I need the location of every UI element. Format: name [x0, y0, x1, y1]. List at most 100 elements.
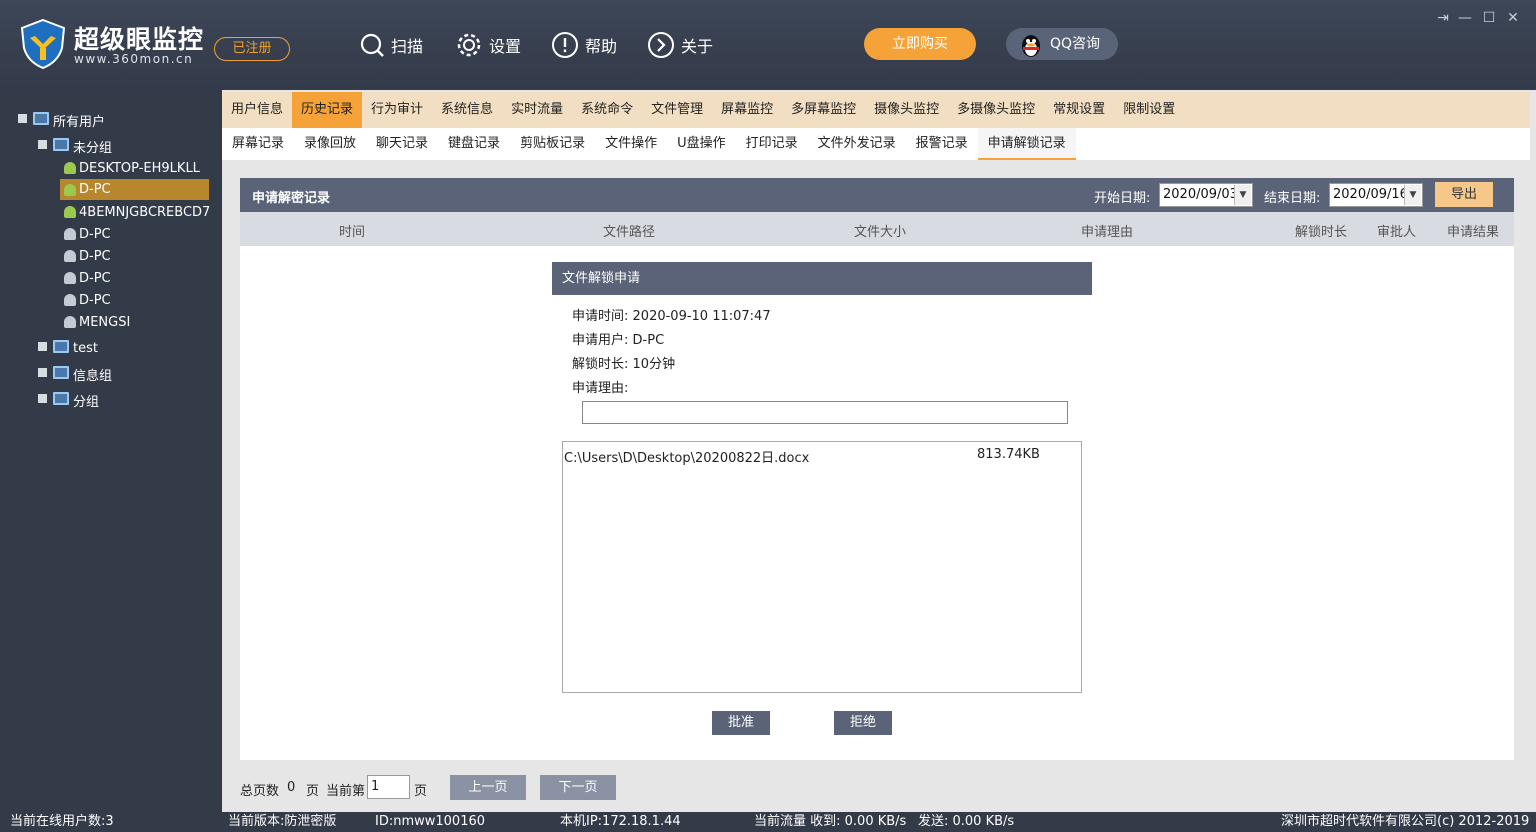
tab-restriction-settings[interactable]: 限制设置 — [1114, 92, 1184, 128]
qq-penguin-icon — [1022, 35, 1040, 57]
about-button[interactable]: 关于 — [647, 30, 713, 60]
subtab-usb-operation[interactable]: U盘操作 — [667, 128, 736, 160]
reason-input[interactable] — [582, 401, 1068, 424]
subtab-chat-record[interactable]: 聊天记录 — [366, 128, 438, 160]
subtab-screen-record[interactable]: 屏幕记录 — [222, 128, 294, 160]
registered-badge[interactable]: 已注册 — [214, 37, 290, 61]
subtab-file-outgoing[interactable]: 文件外发记录 — [808, 128, 906, 160]
panel-title-bar — [240, 178, 1514, 212]
column-header-result[interactable]: 申请结果 — [1447, 221, 1499, 240]
collapse-icon[interactable] — [38, 367, 47, 377]
subtab-keyboard-record[interactable]: 键盘记录 — [438, 128, 510, 160]
request-user-row: 申请用户: D-PC — [572, 329, 664, 348]
unlock-duration-label: 解锁时长: — [572, 357, 629, 372]
tab-screen-monitor[interactable]: 屏幕监控 — [712, 92, 782, 128]
end-date-label: 结束日期: — [1264, 191, 1321, 206]
tree-user[interactable]: D-PC — [64, 268, 111, 288]
tree-user[interactable]: D-PC — [64, 290, 111, 310]
tree-group-ungrouped[interactable]: 未分组 — [38, 134, 112, 156]
tree-user[interactable]: D-PC — [64, 224, 111, 244]
tab-multi-camera[interactable]: 多摄像头监控 — [948, 92, 1044, 128]
tree-root-all-users[interactable]: 所有用户 — [18, 108, 105, 130]
request-time-value: 2020-09-10 11:07:47 — [632, 309, 771, 324]
tab-system-info[interactable]: 系统信息 — [432, 92, 502, 128]
file-path[interactable]: C:\Users\D\Desktop\20200822日.docx — [564, 447, 809, 466]
user-offline-icon — [64, 228, 76, 240]
tab-user-info[interactable]: 用户信息 — [222, 92, 292, 128]
chevron-down-icon[interactable]: ▼ — [1234, 185, 1251, 205]
qq-consult-button[interactable]: QQ咨询 — [1006, 28, 1118, 60]
collapse-icon[interactable] — [38, 393, 47, 403]
tab-file-manager[interactable]: 文件管理 — [642, 92, 712, 128]
column-header-duration[interactable]: 解锁时长 — [1295, 221, 1347, 240]
subtab-print-record[interactable]: 打印记录 — [736, 128, 808, 160]
tree-group-fenzu[interactable]: 分组 — [38, 388, 100, 410]
request-user-value: D-PC — [632, 333, 665, 348]
tab-behavior-audit[interactable]: 行为审计 — [362, 92, 432, 128]
subtab-alarm-record[interactable]: 报警记录 — [906, 128, 978, 160]
tree-group-label: 信息组 — [73, 368, 113, 384]
tab-realtime-traffic[interactable]: 实时流量 — [502, 92, 572, 128]
tree-user[interactable]: MENGSI — [64, 312, 130, 332]
logo-shield-icon — [20, 18, 66, 70]
tree-user[interactable]: D-PC — [64, 246, 111, 266]
tree-group-label: 分组 — [73, 394, 100, 410]
start-date-picker[interactable]: 2020/09/03 ▼ — [1159, 183, 1253, 207]
close-icon[interactable]: ✕ — [1504, 9, 1522, 27]
tree-user-label: MENGSI — [79, 314, 131, 330]
logout-icon[interactable]: ⇥ — [1434, 9, 1452, 27]
brand-name: 超级眼监控 — [74, 25, 205, 54]
tab-history[interactable]: 历史记录 — [292, 92, 363, 128]
user-online-icon — [64, 162, 76, 174]
column-header-path[interactable]: 文件路径 — [603, 221, 655, 240]
collapse-icon[interactable] — [38, 341, 47, 351]
buy-now-button[interactable]: 立即购买 — [864, 28, 976, 60]
minimize-icon[interactable]: — — [1456, 9, 1474, 27]
next-page-button[interactable]: 下一页 — [540, 775, 616, 800]
online-count: 当前在线用户数:3 — [10, 814, 114, 829]
subtab-clipboard-record[interactable]: 剪贴板记录 — [510, 128, 595, 160]
tab-general-settings[interactable]: 常规设置 — [1044, 92, 1114, 128]
end-date-picker[interactable]: 2020/09/16 ▼ — [1329, 183, 1423, 207]
settings-button[interactable]: 设置 — [455, 30, 521, 60]
user-offline-icon — [64, 272, 76, 284]
tree-group-test[interactable]: test — [38, 336, 98, 356]
file-list[interactable] — [562, 441, 1082, 693]
collapse-icon[interactable] — [18, 113, 27, 123]
current-page-input[interactable]: 1 — [367, 775, 410, 799]
tree-user-selected[interactable]: D-PC — [60, 179, 209, 200]
scan-label: 扫描 — [391, 37, 424, 56]
request-time-label: 申请时间: — [572, 309, 629, 324]
subtab-file-operation[interactable]: 文件操作 — [595, 128, 667, 160]
column-header-approver[interactable]: 审批人 — [1377, 221, 1416, 240]
tree-user-label: D-PC — [79, 270, 111, 286]
collapse-icon[interactable] — [38, 139, 47, 149]
reject-button[interactable]: 拒绝 — [834, 711, 892, 735]
tab-system-command[interactable]: 系统命令 — [572, 92, 642, 128]
subtab-unlock-request[interactable]: 申请解锁记录 — [977, 128, 1076, 160]
prev-page-button[interactable]: 上一页 — [450, 775, 526, 800]
maximize-icon[interactable]: ☐ — [1480, 9, 1498, 27]
user-offline-icon — [64, 294, 76, 306]
approve-button[interactable]: 批准 — [712, 711, 770, 735]
column-header-reason[interactable]: 申请理由 — [1081, 221, 1133, 240]
start-date-value: 2020/09/03 — [1163, 187, 1238, 202]
column-header-time[interactable]: 时间 — [339, 221, 365, 240]
help-button[interactable]: 帮助 — [551, 30, 617, 60]
tab-multi-screen[interactable]: 多屏幕监控 — [782, 92, 865, 128]
tree-user[interactable]: 4BEMNJGBCREBCD7 — [64, 202, 210, 222]
column-header-size[interactable]: 文件大小 — [854, 221, 906, 240]
export-button[interactable]: 导出 — [1435, 182, 1493, 207]
tree-user-label: 4BEMNJGBCREBCD7 — [79, 204, 211, 220]
tree-user-label: D-PC — [79, 292, 111, 308]
tab-camera[interactable]: 摄像头监控 — [865, 92, 948, 128]
tree-group-info[interactable]: 信息组 — [38, 362, 113, 384]
scan-button[interactable]: 扫描 — [359, 30, 423, 60]
tree-user[interactable]: DESKTOP-EH9LKLL — [64, 158, 200, 178]
current-page-label: 当前第 — [326, 784, 366, 799]
copyright: 深圳市超时代软件有限公司(c) 2012-2019 — [1281, 814, 1530, 829]
chevron-down-icon[interactable]: ▼ — [1404, 185, 1421, 205]
user-offline-icon — [64, 250, 76, 262]
subtab-video-playback[interactable]: 录像回放 — [294, 128, 366, 160]
total-pages-label: 总页数 — [240, 784, 280, 799]
